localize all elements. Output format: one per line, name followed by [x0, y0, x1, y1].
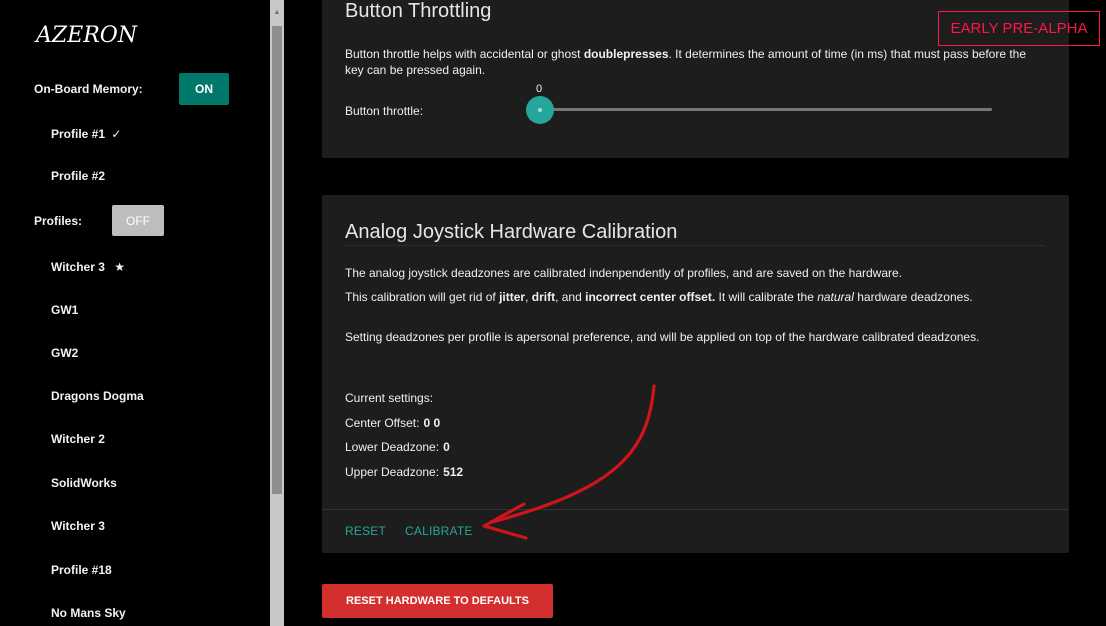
profiles-label: Profiles: [34, 214, 83, 228]
early-pre-alpha-badge: EARLY PRE-ALPHA [938, 11, 1100, 46]
p2-italic-natural: natural [817, 290, 854, 304]
upper-deadzone-label: Upper Deadzone: [345, 465, 440, 479]
sidebar-item-label: Profile #2 [51, 169, 106, 183]
upper-deadzone-row: Upper Deadzone: 512 [345, 465, 463, 479]
center-offset-row: Center Offset: 0 0 [345, 416, 440, 430]
sidebar-item-label: GW2 [51, 346, 79, 360]
p2-bold-drift: drift [531, 290, 556, 304]
onboard-memory-toggle[interactable]: ON [179, 73, 229, 105]
p2-text: hardware deadzones. [853, 290, 973, 304]
calibration-paragraph-1: The analog joystick deadzones are calibr… [345, 266, 903, 280]
button-throttle-slider-track[interactable] [540, 108, 992, 111]
sidebar-item-label: No Mans Sky [51, 606, 126, 620]
desc-text: Button throttle helps with accidental or… [345, 47, 584, 61]
card-action-divider [322, 509, 1069, 510]
center-offset-label: Center Offset: [345, 416, 420, 430]
button-throttle-slider-thumb[interactable] [526, 96, 554, 124]
scroll-up-arrow-icon[interactable]: ▲ [270, 8, 284, 18]
sidebar-item-label: GW1 [51, 303, 79, 317]
profiles-toggle[interactable]: OFF [112, 205, 164, 236]
reset-hardware-to-defaults-button[interactable]: RESET HARDWARE TO DEFAULTS [322, 584, 553, 618]
button-throttling-title: Button Throttling [345, 0, 492, 22]
current-settings-label: Current settings: [345, 391, 434, 405]
button-throttle-value: 0 [536, 83, 543, 95]
reset-button[interactable]: RESET [345, 524, 386, 538]
p2-bold-offset: incorrect center offset. [585, 290, 716, 304]
sidebar-scrollbar[interactable]: ▲ [270, 0, 284, 626]
joystick-calibration-card: Analog Joystick Hardware Calibration The… [322, 195, 1069, 553]
lower-deadzone-row: Lower Deadzone: 0 [345, 440, 450, 454]
calibration-paragraph-2: This calibration will get rid of jitter,… [345, 290, 1025, 305]
p2-text: , [525, 290, 532, 304]
desc-bold: doublepresses [583, 47, 669, 61]
checkmark-icon: ✓ [111, 127, 122, 141]
sidebar-item-label: Profile #1 [51, 127, 106, 141]
center-offset-value: 0 0 [423, 416, 441, 430]
azeron-logo: AZERON [34, 20, 138, 48]
star-icon: ★ [114, 260, 126, 274]
sidebar-item-label: Dragons Dogma [51, 389, 144, 403]
sidebar-item-label: Profile #18 [51, 563, 112, 577]
upper-deadzone-value: 512 [443, 465, 464, 479]
button-throttle-label: Button throttle: [345, 104, 424, 118]
onboard-memory-label: On-Board Memory: [34, 82, 143, 96]
p2-text: , and [555, 290, 586, 304]
sidebar: AZERON On-Board Memory: ON Profile #1 ✓ … [0, 0, 268, 626]
lower-deadzone-value: 0 [443, 440, 450, 454]
button-throttling-description: Button throttle helps with accidental or… [345, 46, 1045, 78]
scrollbar-thumb[interactable] [272, 26, 282, 494]
sidebar-item-label: Witcher 3 [51, 260, 105, 274]
p2-text: This calibration will get rid of [345, 290, 500, 304]
calibration-paragraph-3: Setting deadzones per profile is aperson… [345, 330, 980, 344]
azeron-logo-mark: AZERON [34, 23, 138, 48]
logo-text: AZERON [34, 23, 138, 48]
p2-bold-jitter: jitter [499, 290, 526, 304]
sidebar-item-label: Witcher 2 [51, 432, 105, 446]
sidebar-item-label: SolidWorks [51, 476, 117, 490]
joystick-calibration-title: Analog Joystick Hardware Calibration [345, 221, 678, 243]
lower-deadzone-label: Lower Deadzone: [345, 440, 440, 454]
p2-text: It will calibrate the [715, 290, 818, 304]
title-divider [345, 245, 1045, 246]
sidebar-item-label: Witcher 3 [51, 519, 105, 533]
calibrate-button[interactable]: CALIBRATE [405, 524, 473, 538]
